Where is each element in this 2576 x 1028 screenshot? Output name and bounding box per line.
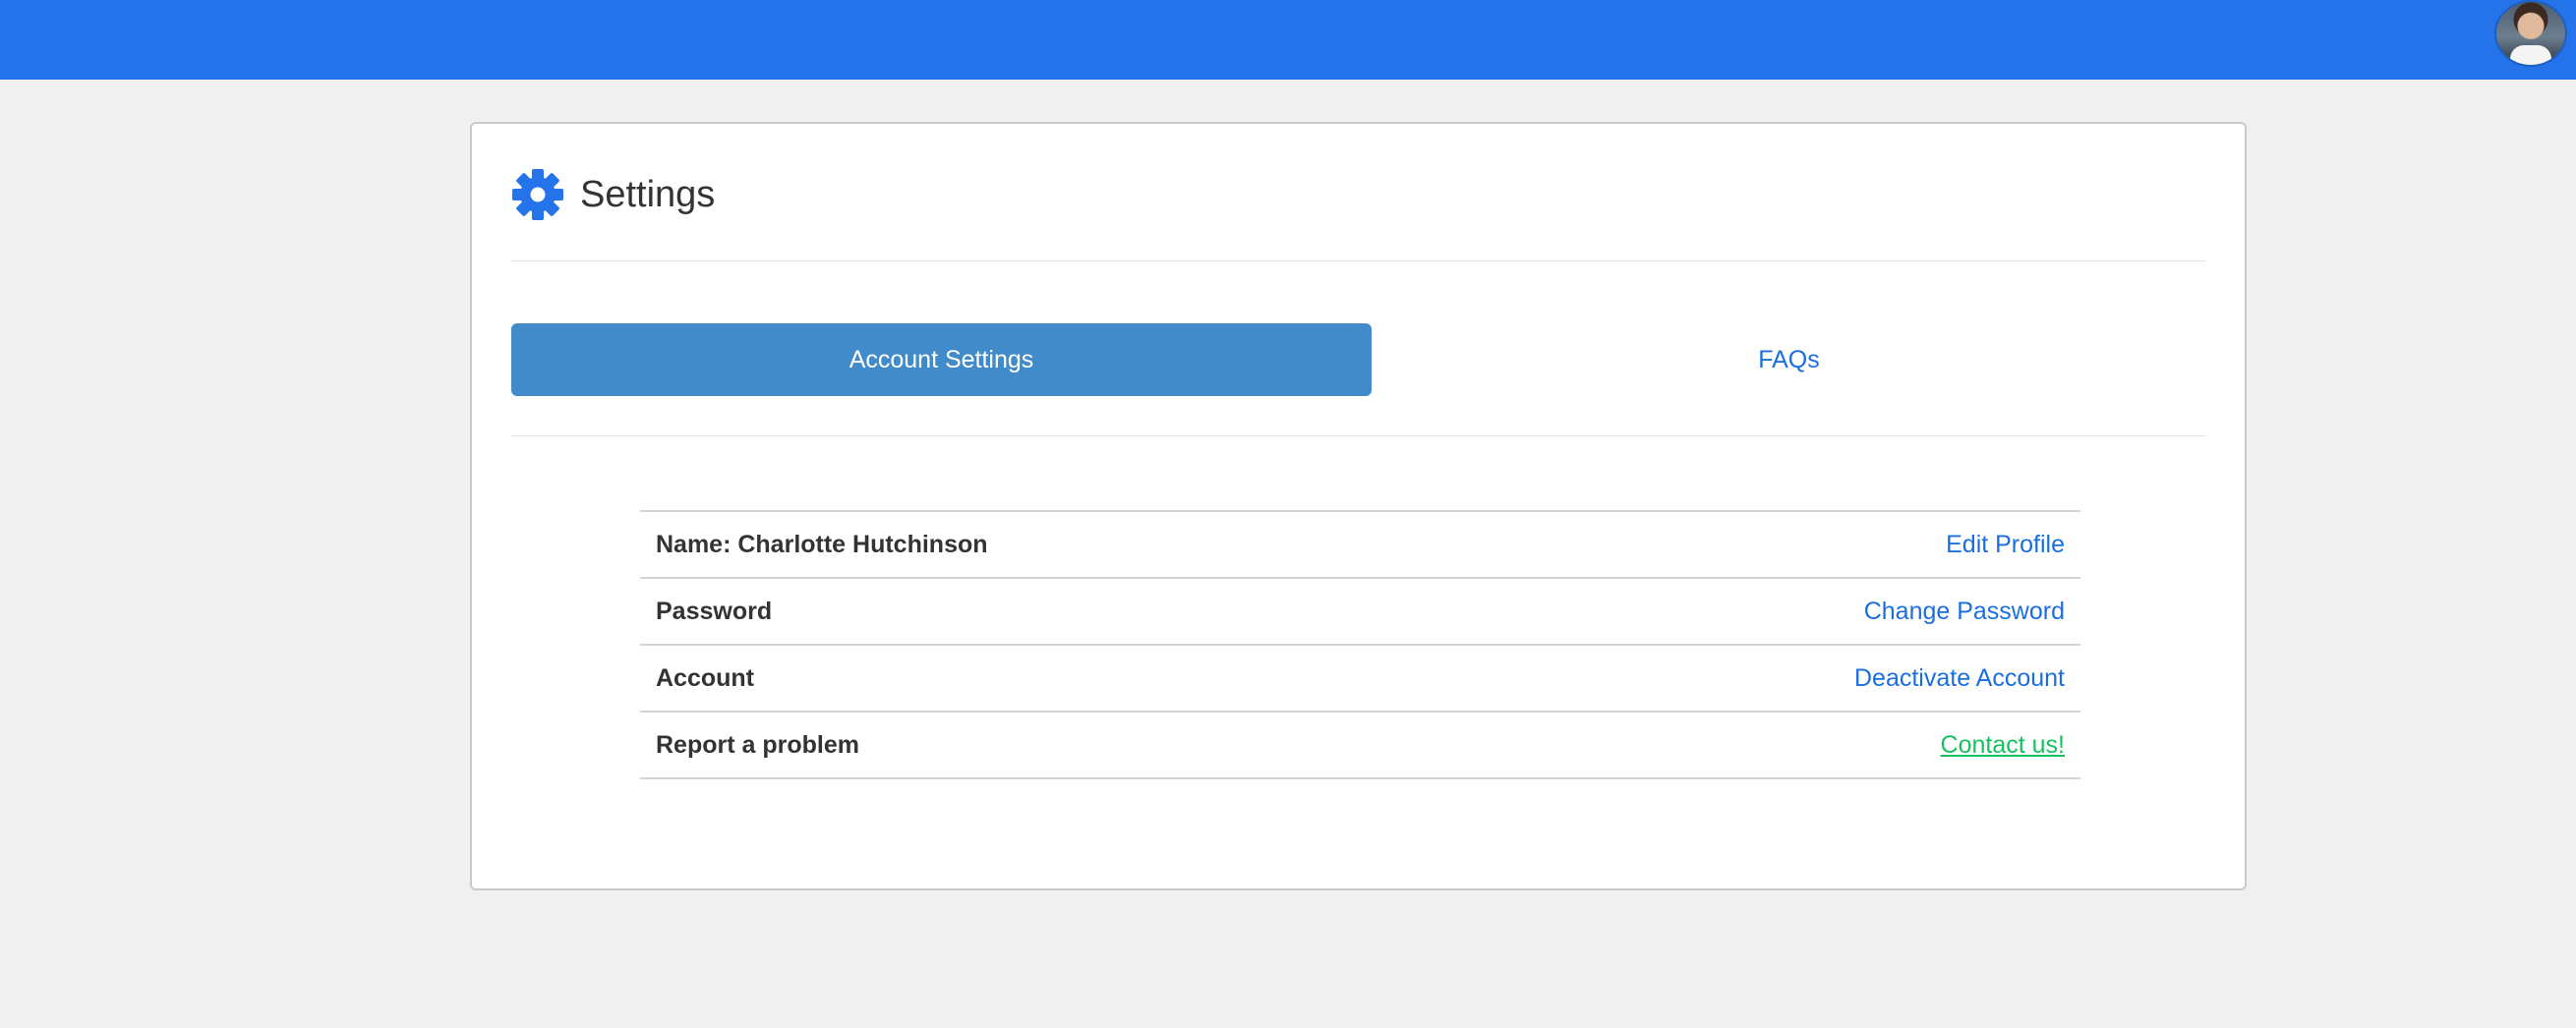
deactivate-account-link[interactable]: Deactivate Account — [1854, 664, 2065, 692]
password-label: Password — [656, 597, 773, 625]
header-divider — [511, 260, 2206, 261]
settings-card: Settings Account Settings FAQs Name: Cha… — [470, 122, 2247, 890]
user-avatar[interactable] — [2494, 0, 2567, 67]
tabs-divider — [511, 435, 2206, 436]
settings-tabs: Account Settings FAQs — [511, 323, 2206, 396]
table-row: Password Change Password — [640, 578, 2080, 645]
name-label: Name: Charlotte Hutchinson — [656, 530, 988, 558]
table-row: Name: Charlotte Hutchinson Edit Profile — [640, 511, 2080, 578]
table-row: Report a problem Contact us! — [640, 712, 2080, 778]
tab-account-settings[interactable]: Account Settings — [511, 323, 1372, 396]
settings-header: Settings — [511, 167, 715, 222]
account-settings-table: Name: Charlotte Hutchinson Edit Profile … — [640, 510, 2080, 779]
report-problem-label: Report a problem — [656, 730, 859, 759]
avatar-shirt — [2510, 45, 2551, 65]
top-nav-bar — [0, 0, 2576, 80]
account-label: Account — [656, 663, 754, 692]
edit-profile-link[interactable]: Edit Profile — [1946, 531, 2065, 558]
tab-faqs[interactable]: FAQs — [1372, 323, 2206, 396]
change-password-link[interactable]: Change Password — [1864, 598, 2065, 625]
gear-icon — [512, 169, 563, 220]
page-title: Settings — [580, 173, 716, 215]
contact-us-link[interactable]: Contact us! — [1941, 731, 2065, 759]
table-row: Account Deactivate Account — [640, 645, 2080, 712]
